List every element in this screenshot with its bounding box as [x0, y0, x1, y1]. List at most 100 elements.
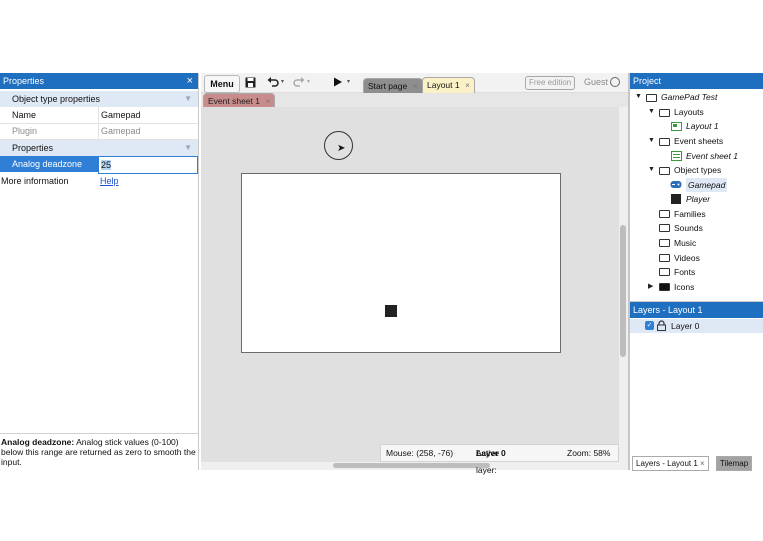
property-key: Plugin — [12, 126, 38, 136]
layout-icon — [671, 122, 682, 131]
folder-icon — [659, 239, 670, 247]
folder-icon — [646, 94, 657, 102]
undo-dropdown-icon[interactable]: ▾ — [281, 78, 284, 85]
tree-item-families[interactable]: Families — [674, 207, 706, 221]
expand-triangle-icon[interactable]: ▼ — [648, 108, 655, 115]
property-value[interactable]: Gamepad — [98, 107, 198, 123]
tree-item-object-types[interactable]: Object types — [674, 163, 721, 177]
property-row-more-information: More information Help — [0, 173, 198, 189]
subtab-strip: Event sheet 1 × — [201, 93, 628, 108]
tree-item-layout-1[interactable]: Layout 1 — [686, 119, 719, 133]
tree-item-event-sheet-1[interactable]: Event sheet 1 — [686, 149, 738, 163]
horizontal-scroll-thumb[interactable] — [333, 463, 490, 468]
section-label: Properties — [12, 143, 54, 153]
event-sheet-icon — [671, 151, 682, 161]
main-toolbar: Menu ▾ ▾ ▾ Start page × Layout 1 × Free … — [201, 73, 628, 94]
player-sprite[interactable] — [385, 305, 397, 317]
layout-area[interactable] — [241, 173, 561, 353]
mouse-coordinates: Mouse: (258, -76) — [386, 448, 454, 458]
close-icon[interactable]: × — [413, 81, 418, 91]
menu-button[interactable]: Menu — [204, 75, 240, 93]
tab-event-sheet-1[interactable]: Event sheet 1 × — [203, 93, 276, 108]
section-label: Object type properties — [12, 94, 101, 104]
tree-item-player[interactable]: Player — [686, 192, 710, 206]
layers-panel-title: Layers - Layout 1 — [630, 302, 763, 318]
close-icon[interactable]: × — [700, 459, 705, 468]
undo-icon[interactable] — [267, 77, 279, 87]
folder-icon — [659, 283, 670, 291]
folder-icon — [659, 268, 670, 276]
tree-item-sounds[interactable]: Sounds — [674, 221, 703, 235]
folder-icon — [659, 254, 670, 262]
properties-panel: Properties × Object type properties ▼ Na… — [0, 73, 199, 470]
property-value: Gamepad — [98, 123, 198, 139]
help-link[interactable]: Help — [98, 173, 198, 189]
save-icon[interactable] — [245, 77, 256, 88]
close-icon[interactable]: × — [465, 80, 470, 90]
property-row-analog-deadzone[interactable]: Analog deadzone 25 — [0, 156, 198, 174]
properties-title-label: Properties — [3, 76, 45, 86]
guest-label[interactable]: Guest — [584, 77, 608, 87]
collapsed-triangle-icon[interactable]: ▶ — [648, 282, 653, 290]
property-key: Analog deadzone — [12, 159, 83, 169]
folder-icon — [659, 109, 670, 117]
tree-item-videos[interactable]: Videos — [674, 251, 700, 265]
folder-icon — [659, 138, 670, 146]
property-row-name[interactable]: Name Gamepad — [0, 107, 198, 124]
mouse-cursor-icon: ➤ — [337, 143, 346, 154]
description-title: Analog deadzone: — [1, 437, 75, 447]
tab-layers-layout-1[interactable]: Layers - Layout 1 × — [632, 456, 709, 471]
project-title-label: Project — [633, 76, 662, 86]
tab-start-page[interactable]: Start page × — [363, 78, 423, 94]
status-bar: Mouse: (258, -76) Active layer: Layer 0 … — [380, 444, 619, 475]
tab-label: Tilemap — [720, 459, 749, 468]
layers-panel: Layers - Layout 1 ✓ Layer 0 — [630, 301, 763, 470]
play-dropdown-icon[interactable]: ▾ — [347, 78, 350, 85]
free-edition-badge[interactable]: Free edition — [525, 76, 576, 90]
layer-row[interactable]: ✓ Layer 0 — [630, 319, 763, 333]
tree-item-project[interactable]: GamePad Test — [661, 90, 717, 104]
property-row-plugin: Plugin Gamepad — [0, 123, 198, 140]
close-icon[interactable]: × — [265, 96, 270, 106]
property-description: Analog deadzone: Analog stick values (0-… — [0, 433, 198, 477]
section-object-type-properties[interactable]: Object type properties ▼ — [0, 91, 198, 107]
tab-label: Layout 1 — [427, 80, 460, 90]
tab-layout-1[interactable]: Layout 1 × — [422, 77, 475, 94]
tree-item-fonts[interactable]: Fonts — [674, 265, 695, 279]
expand-triangle-icon[interactable]: ▼ — [635, 93, 642, 100]
property-key: Name — [12, 110, 37, 120]
lock-icon[interactable] — [657, 320, 666, 331]
properties-panel-title: Properties × — [0, 73, 198, 89]
collapse-icon[interactable]: ▼ — [184, 140, 192, 156]
bottom-panel-tabs: Layers - Layout 1 × Tilemap — [630, 456, 763, 471]
tree-item-gamepad[interactable]: Gamepad — [686, 178, 728, 192]
active-layer-prefix: Active layer: — [476, 448, 500, 475]
analog-deadzone-input[interactable]: 25 — [98, 156, 198, 174]
redo-dropdown-icon[interactable]: ▾ — [307, 78, 310, 85]
layer-name[interactable]: Layer 0 — [671, 319, 699, 333]
tab-label: Event sheet 1 — [208, 96, 260, 106]
analog-deadzone-value[interactable]: 25 — [101, 160, 112, 170]
expand-triangle-icon[interactable]: ▼ — [648, 137, 655, 144]
tab-label: Start page — [368, 81, 408, 91]
section-properties[interactable]: Properties ▼ — [0, 140, 198, 156]
play-icon[interactable] — [333, 77, 343, 87]
active-layer-label: Active layer: Layer 0 — [476, 445, 506, 475]
tab-tilemap[interactable]: Tilemap — [716, 456, 753, 471]
expand-triangle-icon[interactable]: ▼ — [648, 166, 655, 173]
vertical-scroll-thumb[interactable] — [620, 225, 626, 357]
close-icon[interactable]: × — [187, 73, 193, 89]
folder-icon — [659, 167, 670, 175]
folder-icon — [659, 224, 670, 232]
tree-item-layouts[interactable]: Layouts — [674, 105, 704, 119]
tree-item-icons[interactable]: Icons — [674, 280, 694, 294]
tree-item-event-sheets[interactable]: Event sheets — [674, 134, 723, 148]
redo-icon[interactable] — [293, 77, 305, 87]
player-sprite-icon — [671, 194, 681, 204]
collapse-icon[interactable]: ▼ — [184, 91, 192, 107]
layer-visible-checkbox[interactable]: ✓ — [645, 321, 654, 330]
gamepad-icon — [670, 181, 682, 188]
user-icon[interactable] — [610, 77, 620, 87]
tree-item-music[interactable]: Music — [674, 236, 696, 250]
tab-label: Layers - Layout 1 — [636, 459, 698, 468]
